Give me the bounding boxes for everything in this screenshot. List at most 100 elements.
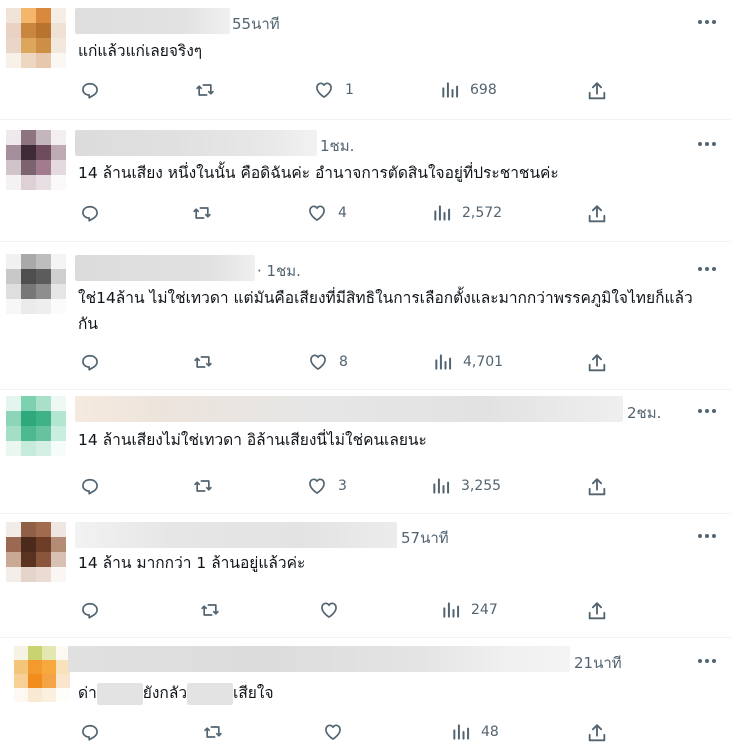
share-button[interactable] (586, 80, 608, 102)
retweet-button[interactable] (193, 80, 217, 100)
avatar[interactable] (6, 8, 66, 68)
like-count: 3 (338, 478, 347, 494)
heart-icon (310, 354, 326, 370)
username-blurred[interactable] (75, 522, 397, 548)
views-button[interactable]: 2,572 (432, 203, 502, 223)
post-text: 14 ล้านเสียงไม่ใช่เทวดา อิล้านเสียงนี่ไม… (78, 431, 427, 449)
reply-button[interactable] (80, 476, 100, 496)
avatar[interactable] (6, 130, 66, 190)
like-count: 1 (345, 82, 354, 98)
views-icon (442, 82, 459, 98)
reply-feed: 55นาที แก่แล้วแก่เลยจริงๆ 1 698 1ชม. 14 … (0, 0, 731, 752)
avatar[interactable] (14, 646, 70, 702)
post-text: ใช่14ล้าน ไม่ใช่เทวดา แต่มันคือเสียงที่ม… (78, 289, 693, 333)
more-icon[interactable] (695, 401, 719, 421)
share-icon (588, 724, 606, 742)
share-button[interactable] (586, 352, 608, 374)
retweet-icon (194, 480, 212, 492)
post-text: แก่แล้วแก่เลยจริงๆ (78, 42, 203, 60)
timestamp[interactable]: 1ชม. (320, 134, 354, 158)
post-text-part: เสียใจ (233, 684, 274, 702)
timestamp[interactable]: 55นาที (232, 12, 280, 36)
like-button[interactable]: 1 (313, 80, 354, 100)
retweet-button[interactable] (191, 352, 215, 372)
reply-icon (82, 724, 98, 741)
share-button[interactable] (586, 476, 608, 498)
views-count: 2,572 (462, 205, 503, 221)
post[interactable]: 1ชม. 14 ล้านเสียง หนึ่งในนั้น คือดิฉันค่… (0, 120, 731, 242)
more-icon[interactable] (695, 134, 719, 154)
post-text: 14 ล้าน มากกว่า 1 ล้านอยู่แล้วค่ะ (78, 554, 306, 572)
avatar[interactable] (6, 254, 66, 314)
reply-icon (82, 602, 98, 619)
views-icon (435, 354, 452, 370)
views-button[interactable]: 698 (440, 80, 497, 100)
post[interactable]: 57นาที 14 ล้าน มากกว่า 1 ล้านอยู่แล้วค่ะ… (0, 514, 731, 638)
share-icon (588, 205, 606, 223)
retweet-button[interactable] (201, 722, 225, 742)
timestamp[interactable]: 2ชม. (627, 401, 661, 425)
more-icon[interactable] (695, 259, 719, 279)
post-text: ด่า ยังกลัว เสียใจ (78, 680, 711, 706)
views-icon (443, 602, 460, 618)
retweet-icon (194, 356, 212, 368)
timestamp[interactable]: · 1ชม. (257, 259, 301, 283)
retweet-icon (196, 84, 214, 96)
share-icon (588, 354, 606, 372)
views-button[interactable]: 4,701 (433, 352, 503, 372)
retweet-button[interactable] (191, 476, 215, 496)
share-button[interactable] (586, 600, 608, 622)
more-icon[interactable] (695, 12, 719, 32)
views-button[interactable]: 3,255 (431, 476, 501, 496)
like-button[interactable]: 3 (306, 476, 347, 496)
share-button[interactable] (586, 203, 608, 225)
views-icon (434, 205, 451, 221)
post[interactable]: 55นาที แก่แล้วแก่เลยจริงๆ 1 698 (0, 0, 731, 120)
views-count: 247 (471, 602, 498, 618)
post[interactable]: · 1ชม. ใช่14ล้าน ไม่ใช่เทวดา แต่มันคือเส… (0, 242, 731, 390)
heart-icon (325, 724, 341, 740)
username-blurred[interactable] (75, 255, 255, 281)
retweet-button[interactable] (198, 600, 222, 620)
avatar[interactable] (6, 396, 66, 456)
like-count: 8 (339, 354, 348, 370)
post[interactable]: 21นาที ด่า ยังกลัว เสียใจ 48 (0, 638, 731, 752)
reply-button[interactable] (80, 600, 100, 620)
reply-icon (82, 82, 98, 99)
like-button[interactable]: 4 (306, 203, 347, 223)
views-count: 3,255 (461, 478, 502, 494)
heart-icon (309, 205, 325, 221)
username-blurred[interactable] (75, 396, 623, 422)
post-text-part: ด่า (78, 684, 97, 702)
retweet-icon (193, 207, 211, 219)
username-blurred[interactable] (75, 130, 317, 156)
redacted-word (96, 682, 143, 705)
reply-button[interactable] (80, 352, 100, 372)
like-count: 4 (338, 205, 347, 221)
more-icon[interactable] (695, 651, 719, 671)
share-button[interactable] (586, 722, 608, 744)
views-count: 48 (481, 724, 499, 740)
like-button[interactable] (322, 722, 354, 742)
retweet-button[interactable] (190, 203, 214, 223)
heart-icon (309, 478, 325, 494)
like-button[interactable]: 8 (307, 352, 348, 372)
username-blurred[interactable] (68, 646, 570, 672)
avatar[interactable] (6, 522, 66, 582)
share-icon (588, 602, 606, 620)
retweet-icon (201, 604, 219, 616)
timestamp[interactable]: 21นาที (574, 651, 622, 675)
reply-button[interactable] (80, 203, 100, 223)
post[interactable]: 2ชม. 14 ล้านเสียงไม่ใช่เทวดา อิล้านเสียง… (0, 390, 731, 514)
reply-button[interactable] (80, 722, 100, 742)
views-button[interactable]: 48 (451, 722, 499, 742)
views-icon (433, 478, 450, 494)
reply-icon (82, 478, 98, 495)
timestamp[interactable]: 57นาที (401, 526, 449, 550)
redacted-word (187, 682, 234, 705)
like-button[interactable] (318, 600, 350, 620)
more-icon[interactable] (695, 526, 719, 546)
username-blurred[interactable] (75, 8, 230, 34)
views-button[interactable]: 247 (441, 600, 498, 620)
reply-button[interactable] (80, 80, 100, 100)
